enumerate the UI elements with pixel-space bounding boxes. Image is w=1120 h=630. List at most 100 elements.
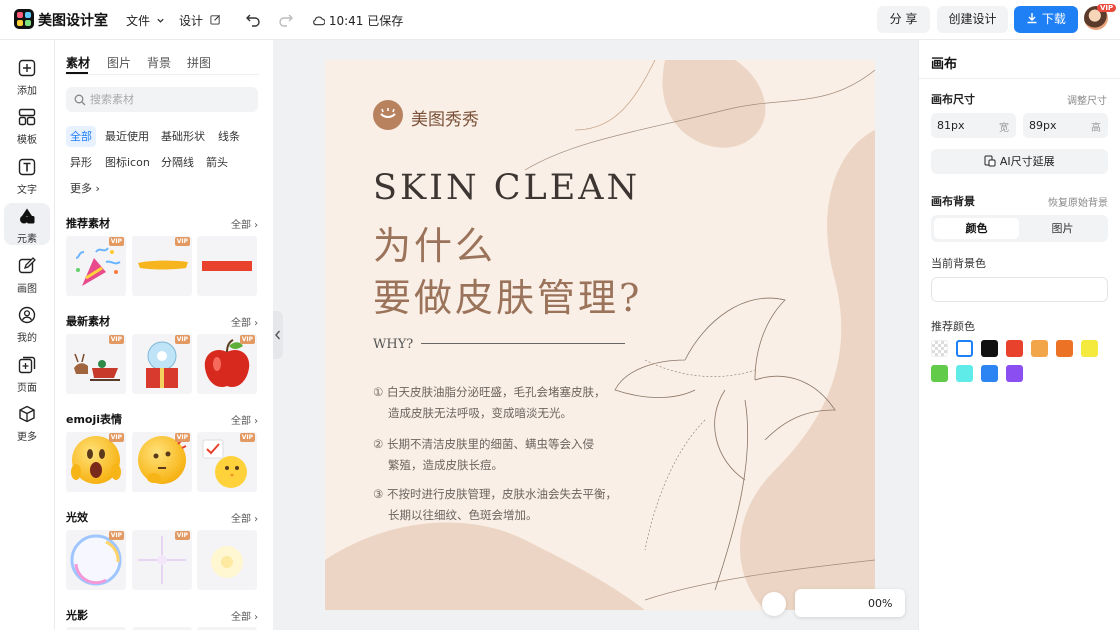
layout-icon [18, 108, 36, 126]
color-swatch[interactable] [981, 365, 998, 382]
rail-item-mine[interactable]: 我的 [4, 302, 50, 344]
section-title-latest: 最新素材 [66, 315, 110, 328]
vip-tag: VIP [108, 433, 124, 442]
chip-basic-shapes[interactable]: 基础形状 [157, 126, 209, 147]
recommend-colors-label: 推荐颜色 [931, 320, 975, 333]
height-field[interactable]: 89px 高 [1023, 113, 1108, 138]
section-title-light-effects: 光效 [66, 511, 88, 524]
rail-item-elements[interactable]: 元素 [4, 203, 50, 245]
canvas-why-divider[interactable] [421, 343, 625, 344]
canvas-inspector: 画布 画布尺寸 调整尺寸 81px 宽 89px 高 AI尺寸延展 画布背景 恢… [918, 40, 1120, 630]
see-all-emoji[interactable]: 全部 › [231, 412, 258, 427]
tab-divider [66, 74, 259, 75]
asset-red-brush[interactable] [197, 236, 257, 296]
create-design-button[interactable]: 创建设计 [937, 6, 1008, 33]
tab-materials[interactable]: 素材 [66, 54, 90, 71]
chip-irregular[interactable]: 异形 [66, 152, 96, 173]
asset-reindeer-sleigh[interactable]: VIP [66, 334, 126, 394]
rail-item-templates[interactable]: 模板 [4, 104, 50, 146]
canvas-point-3[interactable]: ③ 不按时进行皮肤管理，皮肤水油会失去平衡， 长期以往细纹、色斑会增加。 [373, 484, 673, 526]
help-button[interactable] [762, 592, 786, 616]
chip-recent[interactable]: 最近使用 [101, 126, 153, 147]
see-all-latest[interactable]: 全部 › [231, 314, 258, 329]
asset-rainbow-bubble[interactable]: VIP [66, 530, 126, 590]
asset-shocked-emoji[interactable]: VIP [66, 432, 126, 492]
file-menu[interactable]: 文件 [126, 12, 165, 29]
asset-chick-emoji[interactable]: VIP [197, 432, 257, 492]
asset-thinking-emoji[interactable]: VIP [132, 432, 192, 492]
see-all-label: 全部 [231, 416, 251, 427]
seg-image[interactable]: 图片 [1020, 218, 1105, 239]
collapse-panel-button[interactable] [273, 311, 283, 359]
color-swatch[interactable] [1081, 340, 1098, 357]
point-2-line-1: ② 长期不清洁皮肤里的细菌、螨虫等会入侵 [373, 437, 594, 451]
chip-arrows[interactable]: 箭头 [202, 152, 232, 173]
color-swatch[interactable] [1056, 340, 1073, 357]
color-swatch[interactable] [956, 340, 973, 357]
page-add-icon [18, 356, 36, 374]
width-field[interactable]: 81px 宽 [931, 113, 1016, 138]
undo-icon[interactable] [245, 11, 261, 27]
canvas-brand-text[interactable]: 美图秀秀 [411, 105, 479, 130]
design-canvas[interactable]: 美图秀秀 SKIN CLEAN 为什么 要做皮肤管理? WHY? ① 白天皮肤油… [325, 60, 875, 610]
canvas-title[interactable]: SKIN CLEAN [373, 168, 640, 208]
asset-red-apple[interactable]: VIP [197, 334, 257, 394]
canvas-point-2[interactable]: ② 长期不清洁皮肤里的细菌、螨虫等会入侵 繁殖，造成皮肤长痘。 [373, 434, 673, 476]
asset-snow-globe[interactable]: VIP [132, 334, 192, 394]
canvas-headline-2[interactable]: 要做皮肤管理? [373, 267, 642, 322]
chip-more[interactable]: 更多 › [66, 178, 104, 199]
rail-item-pages[interactable]: 页面 [4, 352, 50, 394]
tab-collage[interactable]: 拼图 [187, 54, 211, 71]
ai-extend-button[interactable]: AI尺寸延展 [931, 149, 1108, 174]
chevron-down-icon [157, 18, 164, 23]
download-button[interactable]: 下载 [1014, 6, 1078, 33]
zoom-level[interactable]: 00% [868, 597, 892, 610]
asset-party-popper[interactable]: VIP [66, 236, 126, 296]
seg-color[interactable]: 颜色 [934, 218, 1019, 239]
design-menu[interactable]: 设计 [179, 12, 221, 29]
color-swatch[interactable] [931, 340, 948, 357]
canvas-point-1[interactable]: ① 白天皮肤油脂分泌旺盛，毛孔会堵塞皮肤， 造成皮肤无法呼吸，变成暗淡无光。 [373, 382, 673, 424]
tab-backgrounds[interactable]: 背景 [147, 54, 171, 71]
see-all-label: 全部 [231, 514, 251, 525]
user-icon [18, 306, 36, 324]
search-input[interactable] [90, 91, 250, 108]
color-swatch[interactable] [981, 340, 998, 357]
current-bg-label: 当前背景色 [931, 257, 986, 270]
color-swatch[interactable] [931, 365, 948, 382]
canvas-why[interactable]: WHY? [373, 337, 413, 352]
rail-item-text[interactable]: 文字 [4, 154, 50, 196]
rail-label-add: 添加 [17, 86, 37, 97]
see-all-shadows[interactable]: 全部 › [231, 608, 258, 623]
color-swatch[interactable] [956, 365, 973, 382]
see-all-light-effects[interactable]: 全部 › [231, 510, 258, 525]
canvas-headline-1[interactable]: 为什么 [373, 215, 496, 270]
asset-sparkle-star[interactable]: VIP [132, 530, 192, 590]
tab-images[interactable]: 图片 [107, 54, 131, 71]
chip-dividers[interactable]: 分隔线 [157, 152, 198, 173]
restore-bg-link[interactable]: 恢复原始背景 [1048, 194, 1108, 209]
rail-item-more[interactable]: 更多 [4, 401, 50, 443]
chip-all[interactable]: 全部 [66, 126, 96, 147]
rail-label-templates: 模板 [17, 135, 37, 146]
rail-item-add[interactable]: 添加 [4, 55, 50, 97]
chip-icons[interactable]: 图标icon [101, 152, 154, 173]
redo-icon[interactable] [278, 11, 294, 27]
cube-icon [19, 405, 35, 423]
rail-label-more: 更多 [17, 432, 37, 443]
point-1-line-1: ① 白天皮肤油脂分泌旺盛，毛孔会堵塞皮肤， [373, 385, 606, 399]
app-logo-icon[interactable] [14, 9, 34, 29]
asset-yellow-brush[interactable]: VIP [132, 236, 192, 296]
see-all-recommended[interactable]: 全部 › [231, 216, 258, 231]
asset-soft-glow[interactable] [197, 530, 257, 590]
share-button[interactable]: 分 享 [877, 6, 930, 33]
rail-label-pages: 页面 [17, 383, 37, 394]
chip-lines[interactable]: 线条 [214, 126, 244, 147]
adjust-size-link[interactable]: 调整尺寸 [1067, 92, 1107, 107]
color-swatch[interactable] [1006, 365, 1023, 382]
app-name: 美图设计室 [38, 13, 108, 29]
rail-item-draw[interactable]: 画图 [4, 253, 50, 295]
current-bg-color-swatch[interactable] [931, 277, 1108, 302]
color-swatch[interactable] [1031, 340, 1048, 357]
color-swatch[interactable] [1006, 340, 1023, 357]
